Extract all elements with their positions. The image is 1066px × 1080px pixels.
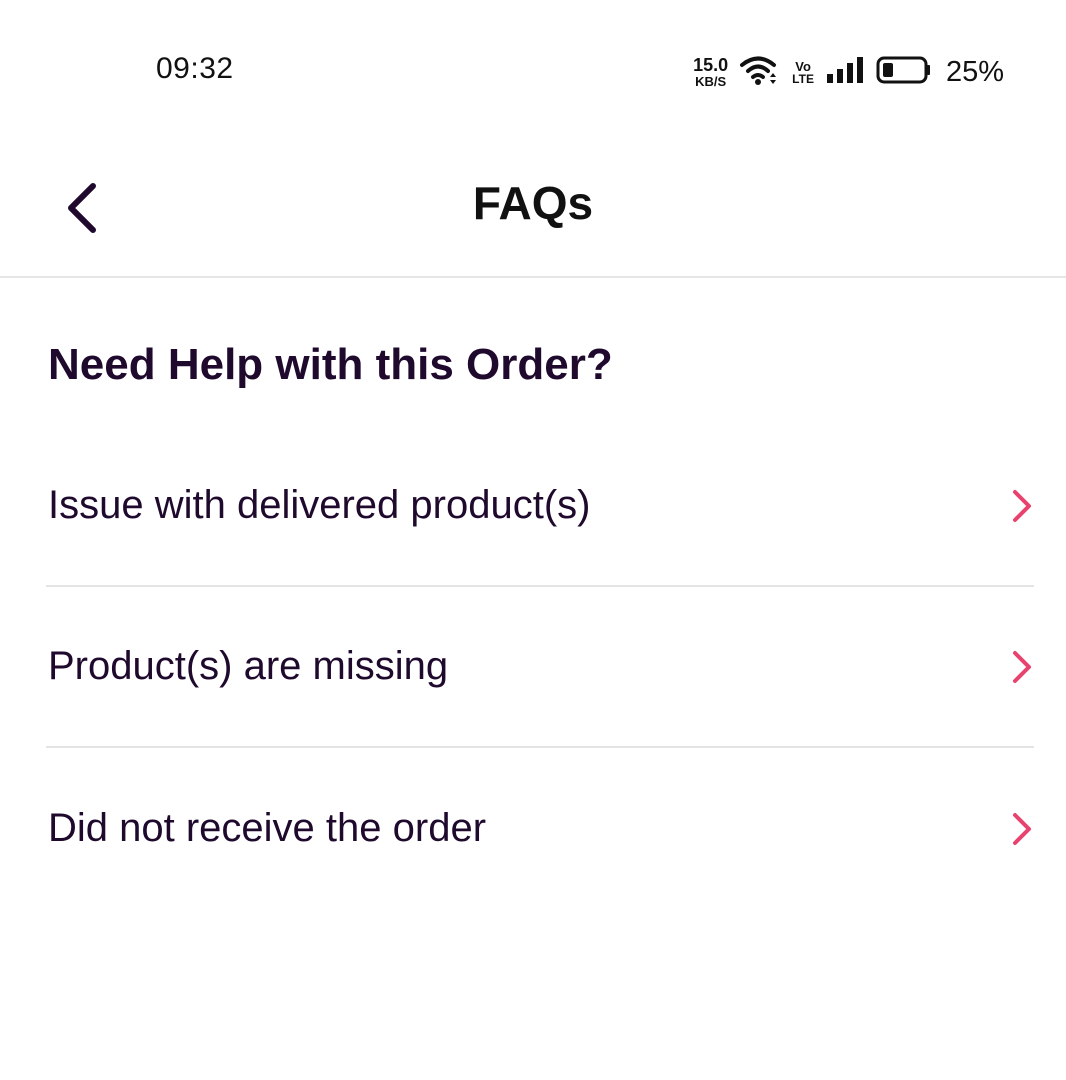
- chevron-right-icon: [1010, 647, 1034, 687]
- chevron-right-icon: [1010, 486, 1034, 526]
- faq-item-label: Did not receive the order: [48, 806, 487, 850]
- wifi-icon: [740, 54, 780, 91]
- volte-top-label: Vo: [795, 58, 811, 74]
- faq-item-label: Issue with delivered product(s): [48, 483, 591, 527]
- status-icons: 15.0 KB/S Vo LTE 25%: [693, 52, 1004, 92]
- volte-indicator: Vo LTE: [792, 60, 814, 85]
- faq-screen: 09:32 15.0 KB/S Vo LTE 25% FAQs Need Hel…: [0, 0, 1066, 1080]
- faq-list: Issue with delivered product(s) Product(…: [46, 426, 1034, 909]
- faq-item-did-not-receive-order[interactable]: Did not receive the order: [46, 748, 1034, 909]
- status-time: 09:32: [156, 52, 234, 85]
- section-title: Need Help with this Order?: [48, 340, 613, 389]
- signal-icon: [826, 56, 864, 89]
- app-header: FAQs: [0, 140, 1066, 278]
- network-speed-value: 15.0: [693, 55, 729, 75]
- battery-icon: [876, 56, 932, 89]
- faq-item-label: Product(s) are missing: [48, 644, 449, 688]
- faq-item-issue-with-delivered-products[interactable]: Issue with delivered product(s): [46, 426, 1034, 587]
- page-title: FAQs: [472, 177, 594, 229]
- status-bar: 09:32 15.0 KB/S Vo LTE 25%: [0, 0, 1066, 140]
- battery-percent: 25%: [945, 55, 1004, 88]
- network-speed-unit: KB/S: [695, 74, 727, 89]
- faq-item-products-missing[interactable]: Product(s) are missing: [46, 587, 1034, 748]
- volte-bottom-label: LTE: [792, 71, 814, 86]
- chevron-right-icon: [1010, 809, 1034, 849]
- network-speed: 15.0 KB/S: [693, 56, 728, 88]
